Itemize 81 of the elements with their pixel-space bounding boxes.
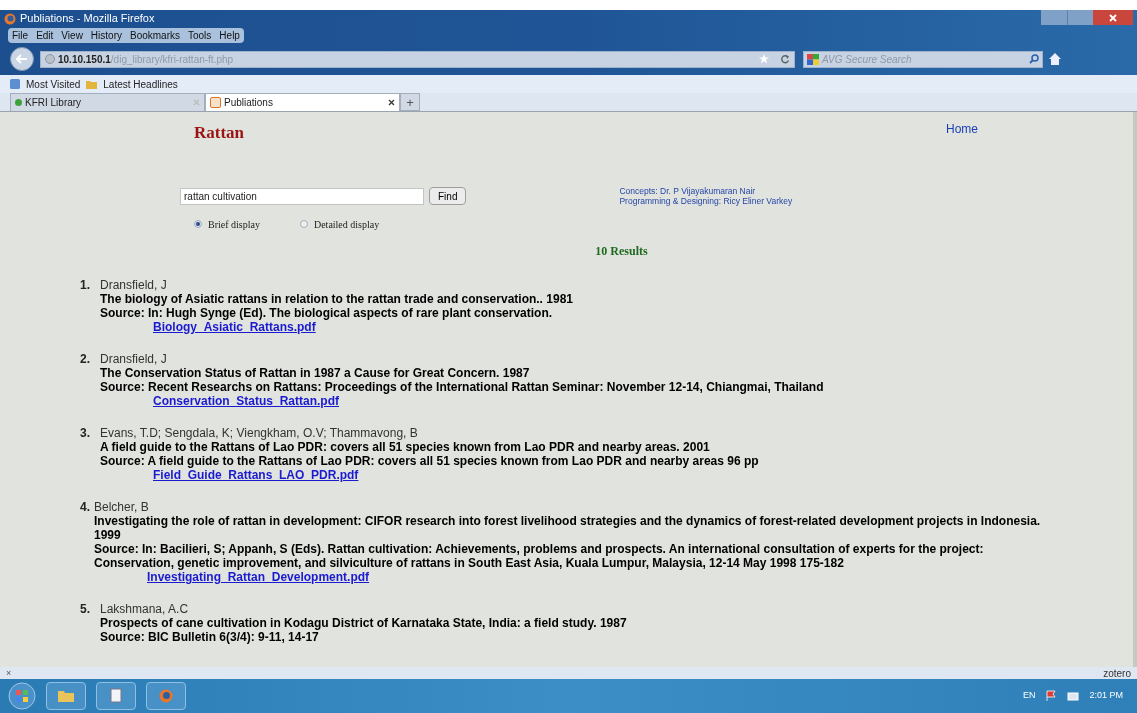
result-title: The Conservation Status of Rattan in 1987 a Cause for Great Concern. 1987	[100, 366, 531, 380]
start-orb-icon	[8, 682, 36, 710]
addon-label[interactable]: zotero	[1103, 665, 1131, 681]
close-addon-bar-button[interactable]: ×	[6, 668, 12, 678]
menu-item[interactable]: View	[61, 27, 83, 43]
window-title: Publiations - Mozilla Firefox	[20, 11, 155, 27]
pdf-link[interactable]: Investigating_Rattan_Development.pdf	[147, 570, 370, 584]
result-number: 2.	[80, 352, 91, 368]
close-icon	[193, 99, 200, 106]
browser-tab[interactable]: KFRI Library	[10, 93, 205, 111]
menu-item[interactable]: File	[12, 27, 29, 43]
result-authors: Dransfield, J	[100, 278, 168, 292]
tab-label: Publiations	[224, 96, 274, 110]
result-source: Source: BIC Bulletin 6(3/4): 9-11, 14-17	[100, 630, 320, 644]
pdf-link[interactable]: Field_Guide_Rattans_LAO_PDR.pdf	[153, 468, 359, 482]
result-source: Source: In: Hugh Synge (Ed). The biological aspects of rare plant conservation.	[100, 306, 554, 320]
folder-icon	[86, 79, 98, 89]
credit-text: Programming & Designing: Ricy Eliner Varkey	[619, 196, 793, 206]
menu-item[interactable]: Tools	[188, 27, 212, 43]
leaf-icon	[15, 99, 22, 106]
tab-label: KFRI Library	[25, 96, 83, 110]
radio-label: Detailed display	[313, 217, 380, 232]
document-icon	[107, 688, 125, 704]
find-button[interactable]: Find	[429, 187, 467, 205]
result-authors: Belcher, B	[94, 500, 150, 514]
radio-label: Brief display	[208, 217, 260, 232]
pdf-link[interactable]: Conservation_Status_Rattan.pdf	[153, 394, 340, 408]
pdf-link[interactable]: Biology_Asiatic_Rattans.pdf	[153, 320, 316, 334]
page-heading: Rattan	[194, 122, 245, 144]
results-count: 10 Results	[595, 243, 648, 260]
result-number: 1.	[80, 278, 91, 294]
search-icon	[1029, 54, 1039, 64]
search-field[interactable]: rattan cultivation	[180, 187, 424, 205]
reload-icon	[780, 54, 790, 64]
close-button[interactable]	[1093, 10, 1133, 25]
bookmark-icon	[10, 79, 20, 89]
back-button[interactable]	[10, 47, 34, 71]
taskbar-button[interactable]	[46, 682, 86, 710]
browser-tab[interactable]: Publiations	[205, 93, 400, 111]
bookmark-item[interactable]: Most Visited	[26, 76, 81, 92]
result-title: Investigating the role of rattan in development: CIFOR research into forest livelihood strategies and the dynamics of forest-related development projects in Indonesia. 1999	[94, 514, 1042, 542]
taskbar-button[interactable]	[146, 682, 186, 710]
new-tab-button[interactable]: +	[400, 93, 420, 111]
avg-logo-icon	[807, 53, 819, 65]
result-authors: Lakshmana, A.C	[100, 602, 190, 616]
page-icon	[210, 97, 221, 108]
address-text: 10.10.150.1/dig_library/kfri-rattan-ft.php	[58, 52, 234, 67]
result-number: 3.	[80, 426, 91, 442]
menu-item[interactable]: History	[90, 27, 122, 43]
flag-icon	[1045, 690, 1058, 702]
result-title: Prospects of cane cultivation in Kodagu District of Karnataka State, India: a field study. 1987	[100, 616, 627, 630]
result-authors: Dransfield, J	[100, 352, 168, 366]
taskbar-button[interactable]	[96, 682, 136, 710]
star-icon	[759, 54, 769, 64]
result-number: 4.	[80, 500, 90, 516]
result-title: The biology of Asiatic rattans in relation to the rattan trade and conservation.. 1981	[100, 292, 573, 306]
menu-item[interactable]: Help	[219, 27, 240, 43]
result-source: Source: A field guide to the Rattans of Lao PDR: covers all 51 species known from Lao PDR and nearby areas 96 pp	[100, 454, 759, 468]
radio-button[interactable]	[299, 220, 308, 228]
result-source: Source: Recent Researchs on Rattans: Proceedings of the International Rattan Seminar: November 12-14, Chiangmai, Thailand	[100, 380, 824, 394]
radio-button[interactable]	[194, 220, 202, 228]
credit-text: Concepts: Dr. P Vijayakumaran Nair	[619, 186, 757, 196]
close-icon	[388, 99, 395, 106]
bookmark-item[interactable]: Latest Headlines	[103, 76, 178, 92]
home-link[interactable]: Home	[946, 120, 978, 138]
close-icon	[1109, 13, 1117, 22]
placeholder-text: AVG Secure Search	[822, 52, 913, 67]
result-number: 5.	[80, 602, 91, 618]
clock-time: 2:01 PM	[1089, 689, 1123, 703]
result-authors: Evans, T.D; Sengdala, K; Viengkham, O.V; Thammavong, B	[100, 426, 419, 440]
folder-icon	[57, 688, 75, 704]
menu-item[interactable]: Edit	[36, 27, 54, 43]
firefox-icon	[157, 688, 175, 704]
home-icon	[1049, 53, 1061, 65]
language-indicator[interactable]: EN	[1022, 689, 1036, 703]
menu-item[interactable]: Bookmarks	[130, 27, 180, 43]
result-source: Source: In: Bacilieri, S; Appanh, S (Eds). Rattan cultivation: Achievements, problems and prospects. An international consultation of experts for the project: Conservation, genetic improvement, and silviculture of rattans in South East Asia, Kuala Lumpur, Malaysia, 12-14 May 1998 175-182	[94, 542, 985, 570]
firefox-icon	[4, 12, 16, 25]
address-bar[interactable]: 10.10.150.1/dig_library/kfri-rattan-ft.php	[40, 50, 795, 68]
back-arrow-icon	[16, 54, 28, 64]
result-title: A field guide to the Rattans of Lao PDR: covers all 51 species known from Lao PDR and nearby areas. 2001	[100, 440, 711, 454]
